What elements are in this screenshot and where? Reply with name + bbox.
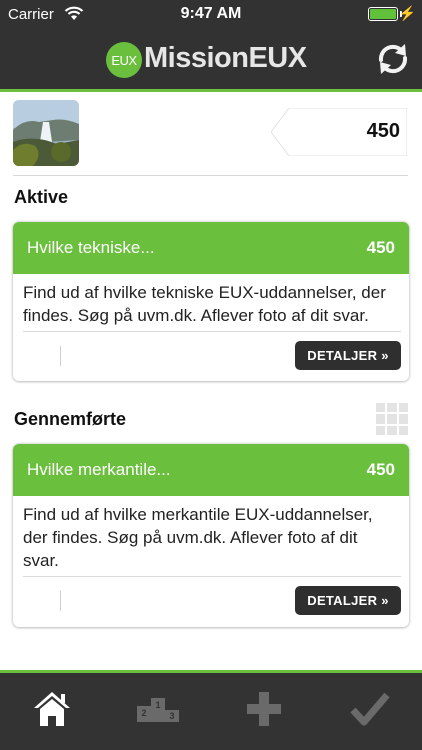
check-icon[interactable] bbox=[346, 687, 394, 731]
score-value: 450 bbox=[366, 120, 400, 142]
profile-avatar[interactable] bbox=[13, 100, 79, 166]
section-title-active: Aktive bbox=[14, 187, 69, 207]
battery-icon bbox=[368, 7, 398, 21]
card-description: Find ud af hvilke tekniske EUX-uddannels… bbox=[23, 283, 386, 325]
mission-card[interactable]: Hvilke merkantile... 450 Find ud af hvil… bbox=[13, 444, 409, 627]
card-tick bbox=[60, 591, 61, 611]
card-points: 450 bbox=[366, 460, 395, 479]
refresh-icon[interactable] bbox=[374, 40, 412, 78]
app-logo: EUX bbox=[106, 42, 142, 78]
mission-card[interactable]: Hvilke tekniske... 450 Find ud af hvilke… bbox=[13, 222, 409, 381]
app-title: MissionEUX bbox=[144, 42, 307, 74]
section-title-completed: Gennemførte bbox=[14, 409, 127, 429]
leaderboard-icon[interactable]: 1 2 3 bbox=[134, 687, 182, 731]
charging-icon: ⚡ bbox=[398, 5, 416, 21]
card-header[interactable]: Hvilke merkantile... 450 bbox=[13, 444, 409, 496]
card-divider bbox=[23, 331, 401, 332]
grid-view-icon[interactable] bbox=[376, 403, 408, 435]
details-button[interactable]: DETALJER » bbox=[295, 586, 401, 615]
profile-divider bbox=[13, 175, 408, 176]
svg-text:3: 3 bbox=[169, 711, 174, 721]
logo-text: EUX bbox=[111, 52, 137, 68]
clock: 9:47 AM bbox=[180, 5, 242, 22]
add-icon[interactable] bbox=[240, 687, 288, 731]
svg-text:1: 1 bbox=[155, 700, 160, 710]
status-bar: Carrier 9:47 AM ⚡ bbox=[0, 0, 422, 28]
card-divider bbox=[23, 576, 401, 577]
svg-text:2: 2 bbox=[141, 708, 146, 718]
card-header[interactable]: Hvilke tekniske... 450 bbox=[13, 222, 409, 274]
card-description: Find ud af hvilke merkantile EUX-uddanne… bbox=[23, 505, 373, 570]
card-points: 450 bbox=[366, 238, 395, 257]
home-icon[interactable] bbox=[28, 687, 76, 731]
score-badge: 450 bbox=[271, 108, 407, 156]
card-title: Hvilke tekniske... bbox=[27, 238, 155, 257]
details-button[interactable]: DETALJER » bbox=[295, 341, 401, 370]
tab-bar: 1 2 3 bbox=[0, 670, 422, 750]
nav-bar: EUX MissionEUX bbox=[0, 28, 422, 92]
card-tick bbox=[60, 346, 61, 366]
card-title: Hvilke merkantile... bbox=[27, 460, 171, 479]
